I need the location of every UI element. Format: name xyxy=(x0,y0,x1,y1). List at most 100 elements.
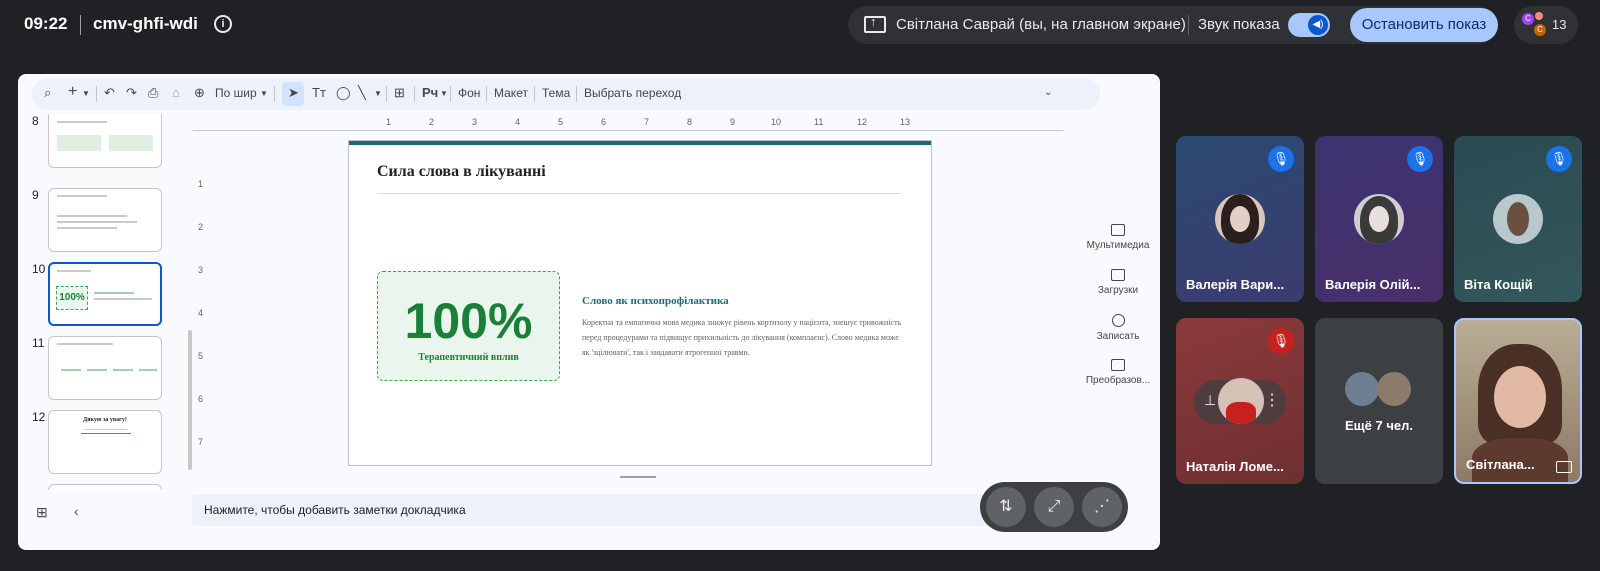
slide-preview[interactable] xyxy=(48,114,162,168)
info-icon[interactable]: i xyxy=(214,15,232,33)
slide-thumbnail-10[interactable]: 10 100% xyxy=(18,262,183,332)
cursor-icon[interactable]: ➤ xyxy=(288,85,299,101)
divider xyxy=(80,15,81,35)
slide-number: 12 xyxy=(32,410,46,424)
record-button[interactable]: Записать xyxy=(1078,314,1158,342)
chevron-down-icon[interactable]: ▼ xyxy=(440,89,448,98)
ruler-tick-label: 12 xyxy=(857,117,868,127)
stop-presenting-button[interactable]: Остановить показ xyxy=(1350,8,1498,42)
zoom-icon[interactable]: ⊕ xyxy=(194,85,205,101)
slide-thumbnail-13[interactable] xyxy=(18,484,183,490)
avatar-figure xyxy=(1226,402,1256,424)
more-participants-tile[interactable]: Ещё 7 чел. xyxy=(1315,318,1443,484)
layout-button[interactable]: Макет xyxy=(494,86,528,100)
redo-icon[interactable]: ↷ xyxy=(126,85,137,101)
slide-thumbnail-11[interactable]: 11 xyxy=(18,336,183,406)
comment-icon[interactable]: ⊞ xyxy=(394,85,405,101)
participant-tile[interactable]: 🎙 Валерія Олій... xyxy=(1315,136,1443,302)
shape-icon[interactable]: ◯ xyxy=(336,85,351,101)
thumbnail-scrollbar[interactable] xyxy=(188,330,192,470)
convert-icon xyxy=(1111,359,1125,371)
slide-thumbnail-8[interactable]: 8 xyxy=(18,114,183,184)
top-bar: 09:22 cmv-ghfi-wdi i Світлана Саврай (вы… xyxy=(0,0,1600,50)
slides-toolbar: ⌕ + ▼ ↶ ↷ ⎙ ⌂ ⊕ По шир ▼ ➤ Tт ◯ ╲ ▼ ⊞ Pч… xyxy=(32,78,1100,110)
participant-name: Валерія Вари... xyxy=(1186,277,1285,292)
ruler-tick-label: 6 xyxy=(601,117,607,127)
preview-line xyxy=(57,121,107,123)
slide-preview[interactable] xyxy=(48,336,162,400)
multimedia-button[interactable]: Мультимедиа xyxy=(1078,224,1158,251)
slide-thumbnail-9[interactable]: 9 xyxy=(18,188,183,258)
chevron-down-icon[interactable]: ▼ xyxy=(260,89,268,98)
line-icon[interactable]: ╲ xyxy=(358,85,366,101)
notes-resize-handle[interactable] xyxy=(620,476,656,478)
more-participants-label: Ещё 7 чел. xyxy=(1345,418,1413,433)
participant-tile[interactable]: 🎙 Валерія Вари... xyxy=(1176,136,1304,302)
participant-tile[interactable]: 🎙 Віта Кощій xyxy=(1454,136,1582,302)
ruler-tick-label: 10 xyxy=(771,117,782,127)
side-panel-label: Мультимедиа xyxy=(1086,240,1150,251)
background-button[interactable]: Фон xyxy=(458,86,480,100)
ruler-tick-label: 5 xyxy=(198,351,204,361)
slide-preview-active[interactable]: 100% xyxy=(48,262,162,326)
speaker-notes[interactable]: Нажмите, чтобы добавить заметки докладчи… xyxy=(192,494,998,526)
paint-format-icon[interactable]: ⌂ xyxy=(172,85,180,100)
fullscreen-icon[interactable]: ⤢ xyxy=(1034,487,1074,527)
grid-view-icon[interactable]: ⊞ xyxy=(36,504,48,521)
swap-icon[interactable]: ⇅ xyxy=(986,487,1026,527)
undo-icon[interactable]: ↶ xyxy=(104,85,115,101)
self-view-tile[interactable]: Світлана... xyxy=(1454,318,1582,484)
slide-body-text[interactable]: Коректна та емпатична мова медика знижує… xyxy=(582,315,902,360)
print-icon[interactable]: ⎙ xyxy=(148,85,158,101)
slide-preview[interactable]: Дякую за увагу! xyxy=(48,410,162,474)
zoom-select[interactable]: По шир xyxy=(215,86,257,100)
divider xyxy=(450,86,451,102)
preview-block xyxy=(57,135,101,151)
slide-number: 8 xyxy=(32,114,39,128)
participants-button[interactable]: C C 13 xyxy=(1514,6,1578,44)
add-icon[interactable]: + xyxy=(68,83,77,101)
slide-thumbnails-panel[interactable]: 8 9 10 100% 11 12 Дякую за увагу! xyxy=(18,114,183,490)
preview-title: Дякую за увагу! xyxy=(83,417,127,423)
preview-line xyxy=(57,343,113,345)
mic-off-icon: 🎙 xyxy=(1546,146,1572,172)
record-icon xyxy=(1111,314,1125,327)
chevron-down-icon[interactable]: ▼ xyxy=(82,89,90,98)
ruler-tick-label: 13 xyxy=(900,117,911,127)
share-sound-toggle[interactable]: ◀) xyxy=(1288,13,1330,37)
share-icon[interactable]: ⋰ xyxy=(1082,487,1122,527)
downloads-button[interactable]: Загрузки xyxy=(1078,269,1158,296)
mic-off-icon: 🎙 xyxy=(1268,146,1294,172)
ruler-tick-label: 9 xyxy=(730,117,736,127)
text-box-icon[interactable]: Tт xyxy=(312,85,326,100)
theme-button[interactable]: Тема xyxy=(542,86,570,100)
search-icon[interactable]: ⌕ xyxy=(44,85,51,101)
format-options-icon[interactable]: Pч xyxy=(422,85,438,100)
slide-title[interactable]: Сила слова в лікуванні xyxy=(377,163,546,181)
slide-subheading[interactable]: Слово як психопрофілактика xyxy=(582,295,729,307)
preview-line xyxy=(57,270,91,272)
chevron-down-icon[interactable]: ▼ xyxy=(374,89,382,98)
slide-thumbnail-12[interactable]: 12 Дякую за увагу! xyxy=(18,410,183,480)
slide-preview[interactable] xyxy=(48,188,162,252)
picture-in-picture-icon[interactable] xyxy=(1556,461,1572,473)
slide-canvas[interactable]: Сила слова в лікуванні 100% Терапевтични… xyxy=(348,140,932,466)
preview-line xyxy=(94,298,152,300)
ruler-tick-label: 3 xyxy=(198,265,204,275)
pin-icon[interactable]: ⊥ xyxy=(1204,392,1216,409)
chevron-down-icon[interactable]: ⌄ xyxy=(1044,87,1052,98)
avatar xyxy=(1535,12,1543,20)
stat-box[interactable]: 100% Терапевтичний вплив xyxy=(377,271,560,381)
ruler-tick-label: 3 xyxy=(472,117,478,127)
avatar xyxy=(1215,194,1265,244)
slide-preview[interactable] xyxy=(48,484,162,490)
preview-line xyxy=(61,369,81,371)
presenter-label: Світлана Саврай (вы, на главном экране) xyxy=(896,16,1186,33)
chevron-left-icon[interactable]: ‹ xyxy=(74,503,79,519)
convert-button[interactable]: Преобразов... xyxy=(1078,359,1158,386)
participant-tile[interactable]: 🎙 ⊥ ⋮ Наталія Ломе... xyxy=(1176,318,1304,484)
more-options-icon[interactable]: ⋮ xyxy=(1264,390,1280,410)
presentation-bar: Світлана Саврай (вы, на главном экране) … xyxy=(848,6,1498,44)
preview-line xyxy=(57,227,117,229)
transition-button[interactable]: Выбрать переход xyxy=(584,86,681,100)
